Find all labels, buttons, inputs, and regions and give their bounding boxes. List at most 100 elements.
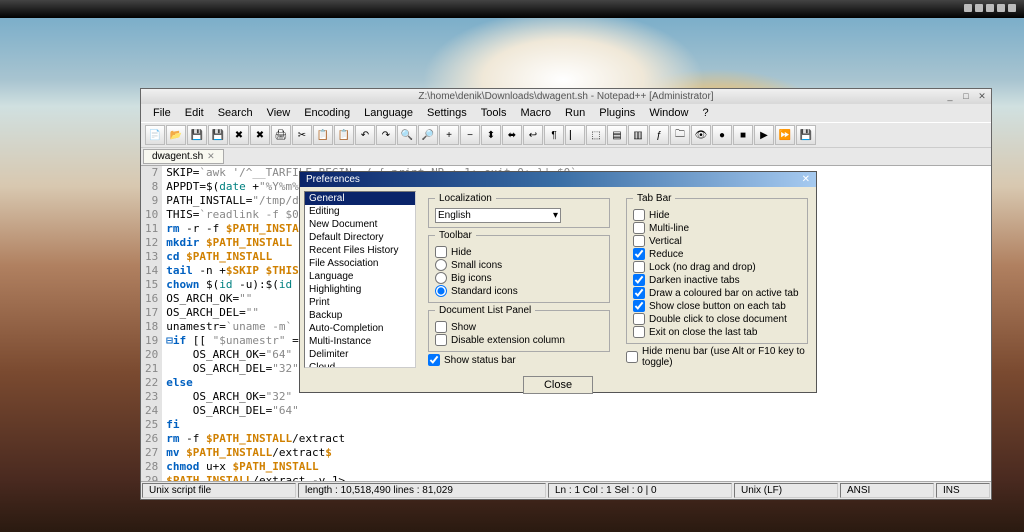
copy-icon[interactable]: 📋 [313, 125, 333, 145]
open-file-icon[interactable]: 📂 [166, 125, 186, 145]
zoom-out-icon[interactable]: − [460, 125, 480, 145]
document-tabbar: dwagent.sh ✕ [141, 148, 991, 166]
menu-macro[interactable]: Macro [514, 106, 557, 120]
tabbar-dblclick[interactable]: Double click to close document [633, 313, 801, 325]
toolbar-big[interactable]: Big icons [435, 272, 603, 284]
menu-edit[interactable]: Edit [179, 106, 210, 120]
record-macro-icon[interactable]: ● [712, 125, 732, 145]
show-status-bar[interactable]: Show status bar [428, 354, 610, 366]
sync-v-icon[interactable]: ⬍ [481, 125, 501, 145]
func-list-icon[interactable]: ƒ [649, 125, 669, 145]
tabbar-exitlast[interactable]: Exit on close the last tab [633, 326, 801, 338]
tabbar-vertical[interactable]: Vertical [633, 235, 801, 247]
replace-icon[interactable]: 🔎 [418, 125, 438, 145]
cut-icon[interactable]: ✂ [292, 125, 312, 145]
play-multi-icon[interactable]: ⏩ [775, 125, 795, 145]
tabbar-reduce[interactable]: Reduce [633, 248, 801, 260]
status-eol: Unix (LF) [734, 483, 838, 498]
pref-category-backup[interactable]: Backup [305, 309, 415, 322]
undo-icon[interactable]: ↶ [355, 125, 375, 145]
doc-map-icon[interactable]: ▤ [607, 125, 627, 145]
find-icon[interactable]: 🔍 [397, 125, 417, 145]
tabbar-hide[interactable]: Hide [633, 209, 801, 221]
minimize-icon[interactable]: _ [943, 90, 957, 102]
close-button[interactable]: Close [523, 376, 593, 394]
tabbar-darken[interactable]: Darken inactive tabs [633, 274, 801, 286]
stop-macro-icon[interactable]: ■ [733, 125, 753, 145]
localization-combo[interactable]: English ▾ [435, 208, 561, 223]
menu-search[interactable]: Search [212, 106, 259, 120]
indent-guide-icon[interactable]: ⎸ [565, 125, 585, 145]
localization-value: English [438, 210, 471, 221]
print-icon[interactable]: 🖨 [271, 125, 291, 145]
desktop-taskbar [0, 0, 1024, 18]
save-all-icon[interactable]: 💾 [208, 125, 228, 145]
hide-menubar[interactable]: Hide menu bar (use Alt or F10 key to tog… [626, 346, 808, 368]
folder-view-icon[interactable]: 🗀 [670, 125, 690, 145]
dialog-close-icon[interactable]: ✕ [802, 174, 810, 185]
toolbar-legend: Toolbar [435, 230, 476, 241]
maximize-icon[interactable]: □ [959, 90, 973, 102]
menu-settings[interactable]: Settings [421, 106, 473, 120]
doclist-legend: Document List Panel [435, 305, 535, 316]
close-all-icon[interactable]: ✖ [250, 125, 270, 145]
toolbar-small[interactable]: Small icons [435, 259, 603, 271]
close-file-icon[interactable]: ✖ [229, 125, 249, 145]
tab-dwagent[interactable]: dwagent.sh ✕ [143, 149, 224, 164]
pref-category-delimiter[interactable]: Delimiter [305, 348, 415, 361]
pref-category-highlighting[interactable]: Highlighting [305, 283, 415, 296]
status-length: length : 10,518,490 lines : 81,029 [298, 483, 546, 498]
tabbar-colorbar[interactable]: Draw a coloured bar on active tab [633, 287, 801, 299]
pref-category-cloud[interactable]: Cloud [305, 361, 415, 368]
tab-close-icon[interactable]: ✕ [207, 151, 215, 162]
pref-category-print[interactable]: Print [305, 296, 415, 309]
tabbar-lock[interactable]: Lock (no drag and drop) [633, 261, 801, 273]
window-titlebar[interactable]: Z:\home\denik\Downloads\dwagent.sh - Not… [141, 89, 991, 104]
dialog-titlebar[interactable]: Preferences ✕ [300, 172, 816, 187]
zoom-in-icon[interactable]: + [439, 125, 459, 145]
menu-window[interactable]: Window [643, 106, 694, 120]
pref-category-auto-completion[interactable]: Auto-Completion [305, 322, 415, 335]
menu-view[interactable]: View [261, 106, 297, 120]
tabbar-multiline[interactable]: Multi-line [633, 222, 801, 234]
pref-category-general[interactable]: General [305, 192, 415, 205]
tabbar-closebtn[interactable]: Show close button on each tab [633, 300, 801, 312]
doc-list-icon[interactable]: ▥ [628, 125, 648, 145]
menu-?[interactable]: ? [696, 106, 714, 120]
tab-label: dwagent.sh [152, 151, 203, 162]
doclist-show[interactable]: Show [435, 321, 603, 333]
pref-category-language[interactable]: Language [305, 270, 415, 283]
status-bar: Unix script file length : 10,518,490 lin… [141, 481, 991, 499]
pref-category-editing[interactable]: Editing [305, 205, 415, 218]
close-icon[interactable]: ✕ [975, 90, 989, 102]
toolbar-standard[interactable]: Standard icons [435, 285, 603, 297]
save-macro-icon[interactable]: 💾 [796, 125, 816, 145]
save-icon[interactable]: 💾 [187, 125, 207, 145]
pref-category-recent-files-history[interactable]: Recent Files History [305, 244, 415, 257]
menu-plugins[interactable]: Plugins [593, 106, 641, 120]
pref-category-default-directory[interactable]: Default Directory [305, 231, 415, 244]
tabbar-group: Tab Bar Hide Multi-line Vertical Reduce … [626, 193, 808, 344]
pref-category-file-association[interactable]: File Association [305, 257, 415, 270]
paste-icon[interactable]: 📋 [334, 125, 354, 145]
sync-h-icon[interactable]: ⬌ [502, 125, 522, 145]
menu-file[interactable]: File [147, 106, 177, 120]
play-macro-icon[interactable]: ▶ [754, 125, 774, 145]
show-all-chars-icon[interactable]: ¶ [544, 125, 564, 145]
menu-language[interactable]: Language [358, 106, 419, 120]
menu-run[interactable]: Run [559, 106, 591, 120]
menu-tools[interactable]: Tools [475, 106, 513, 120]
wrap-icon[interactable]: ↩ [523, 125, 543, 145]
pref-category-multi-instance[interactable]: Multi-Instance [305, 335, 415, 348]
new-file-icon[interactable]: 📄 [145, 125, 165, 145]
doclist-disable-ext[interactable]: Disable extension column [435, 334, 603, 346]
toolbar-hide[interactable]: Hide [435, 246, 603, 258]
udl-icon[interactable]: ⬚ [586, 125, 606, 145]
pref-category-new-document[interactable]: New Document [305, 218, 415, 231]
preferences-category-list[interactable]: GeneralEditingNew DocumentDefault Direct… [304, 191, 416, 368]
redo-icon[interactable]: ↷ [376, 125, 396, 145]
status-encoding: ANSI [840, 483, 934, 498]
monitor-icon[interactable]: 👁 [691, 125, 711, 145]
preferences-dialog: Preferences ✕ GeneralEditingNew Document… [299, 171, 817, 393]
menu-encoding[interactable]: Encoding [298, 106, 356, 120]
